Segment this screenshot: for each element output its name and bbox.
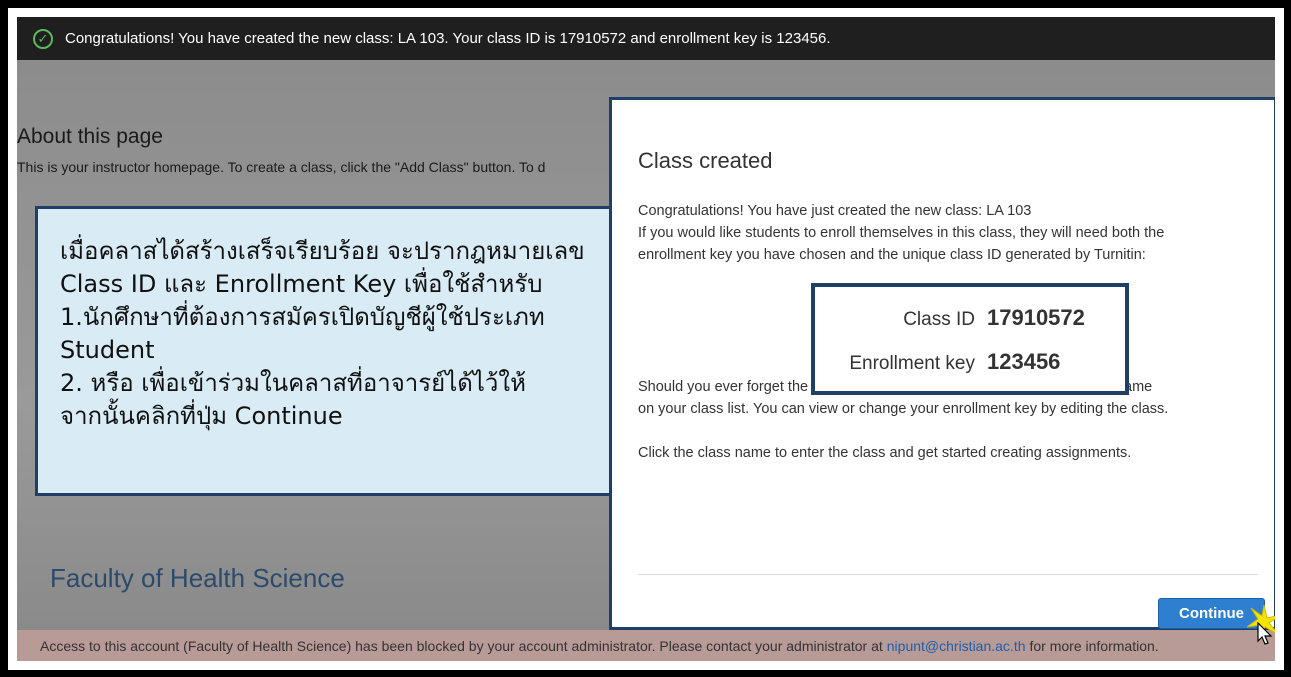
banner-message: Congratulations! You have created the ne… (65, 30, 831, 47)
instruction-callout: เมื่อคลาสได้สร้างเสร็จเรียบร้อย จะปรากฎห… (35, 206, 707, 496)
enrollment-key-value: 123456 (987, 349, 1061, 374)
about-text: This is your instructor homepage. To cre… (17, 159, 546, 175)
faculty-name-link[interactable]: Faculty of Health Science (50, 563, 345, 594)
screenshot-frame: ✓ Congratulations! You have created the … (8, 8, 1284, 670)
callout-line: Class ID และ Enrollment Key เพื่อใช้สำหร… (60, 270, 543, 298)
class-id-value: 17910572 (987, 305, 1085, 330)
callout-line: เมื่อคลาสได้สร้างเสร็จเรียบร้อย จะปรากฎห… (60, 237, 585, 265)
callout-line: 1.นักศึกษาที่ต้องการสมัครเปิดบัญชีผู้ใช้… (60, 303, 545, 331)
callout-line: จากนั้นคลิกที่ปุ่ม Continue (60, 402, 343, 430)
modal-forget-text: on your class list. You can view or chan… (638, 401, 1169, 417)
modal-enroll-text: enrollment key you have chosen and the u… (638, 247, 1146, 263)
check-circle-icon: ✓ (33, 28, 53, 49)
success-banner: ✓ Congratulations! You have created the … (17, 17, 1275, 60)
modal-congrats-text: Congratulations! You have just created t… (638, 203, 1032, 219)
class-id-box: Class ID 17910572 Enrollment key 123456 (811, 283, 1129, 395)
account-blocked-notice: Access to this account (Faculty of Healt… (17, 630, 1275, 661)
footer-text-end: for more information. (1029, 637, 1159, 654)
callout-line: 2. หรือ เพื่อเข้าร่วมในคลาสที่อาจารย์ได้… (60, 369, 526, 397)
modal-enroll-text: If you would like students to enroll the… (638, 225, 1165, 241)
footer-text: Access to this account (Faculty of Healt… (40, 637, 883, 654)
callout-line: Student (60, 336, 155, 364)
modal-divider (638, 574, 1258, 575)
modal-title: Class created (638, 148, 773, 173)
page-viewport: ✓ Congratulations! You have created the … (17, 17, 1275, 661)
enrollment-key-label: Enrollment key (849, 353, 975, 374)
admin-email-link[interactable]: nipunt@christian.ac.th (887, 638, 1026, 654)
class-id-label: Class ID (903, 309, 975, 330)
about-title: About this page (17, 125, 163, 148)
modal-next-text: Click the class name to enter the class … (638, 445, 1132, 461)
mouse-pointer-icon (1257, 622, 1273, 645)
